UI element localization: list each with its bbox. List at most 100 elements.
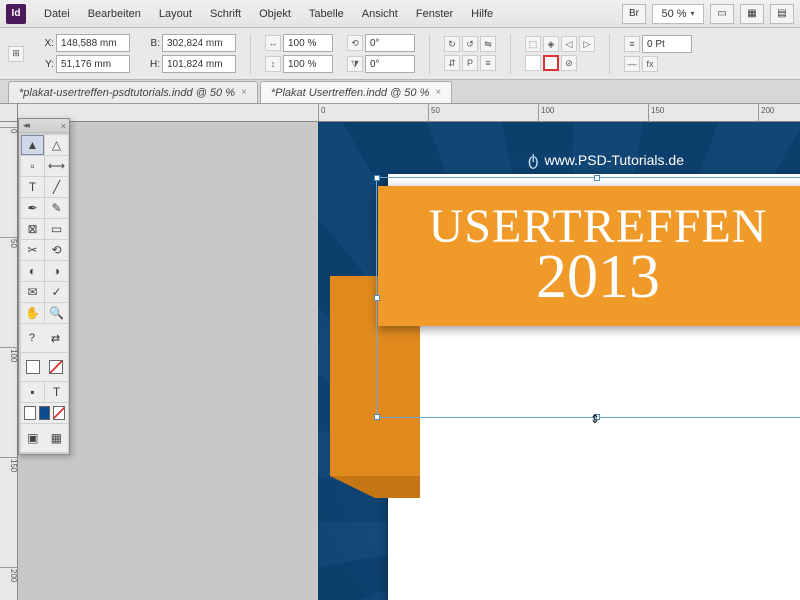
tools-panel[interactable]: ◂◂× ▲ △ ▫ ⟷ T ╱ ✒ ✎ ⊠ ▭ ✂ ⟲ ◐ ◑ ✉ ✓ ✋ 🔍 …	[18, 118, 70, 455]
shear-icon: ⧩	[347, 56, 363, 72]
scale-y-icon: ↕	[265, 56, 281, 72]
pencil-tool[interactable]: ✎	[45, 198, 68, 218]
x-field[interactable]: 148,588 mm	[56, 34, 130, 52]
w-field[interactable]: 302,824 mm	[162, 34, 236, 52]
rotate-cw-icon[interactable]: ↻	[444, 36, 460, 52]
zoom-tool[interactable]: 🔍	[45, 303, 68, 323]
eyedropper-tool[interactable]: ✓	[45, 282, 68, 302]
swap-icon[interactable]: ⇄	[51, 332, 60, 345]
flip-h-icon[interactable]: ⇋	[480, 36, 496, 52]
flip-v-icon[interactable]: ⇵	[444, 55, 460, 71]
free-transform-tool[interactable]: ⟲	[45, 240, 68, 260]
screen-mode-button[interactable]: ▭	[710, 4, 734, 24]
rectangle-tool[interactable]: ▭	[45, 219, 68, 239]
x-label: X:	[38, 38, 54, 49]
normal-view-button[interactable]: ▣	[24, 430, 42, 446]
effects-icon[interactable]: fx	[642, 56, 658, 72]
formatting-text-button[interactable]: T	[45, 382, 68, 402]
collapse-icon[interactable]: ◂◂	[23, 120, 28, 131]
menu-hilfe[interactable]: Hilfe	[463, 4, 501, 24]
align-icon[interactable]: ≡	[480, 55, 496, 71]
p-icon[interactable]: P	[462, 55, 478, 71]
canvas[interactable]: ტ www.PSD-Tutorials.de USERTREFFEN 2013 …	[18, 122, 800, 600]
select-next-icon[interactable]: ▷	[579, 36, 595, 52]
line-tool[interactable]: ╱	[45, 177, 68, 197]
gradient-feather-tool[interactable]: ◑	[45, 261, 68, 281]
menu-bearbeiten[interactable]: Bearbeiten	[80, 4, 149, 24]
scale-x-icon: ↔	[265, 35, 281, 51]
close-icon[interactable]: ×	[61, 121, 66, 131]
app-icon: Id	[6, 4, 26, 24]
panel-header[interactable]: ◂◂ ×	[19, 119, 69, 133]
ruler-tick: 200	[0, 567, 18, 582]
fill-stroke-proxy[interactable]: ? ⇄	[21, 324, 68, 352]
scissors-tool[interactable]: ✂	[21, 240, 44, 260]
horizontal-ruler[interactable]: 0 50 100 150 200	[18, 104, 800, 122]
hand-tool[interactable]: ✋	[21, 303, 44, 323]
rectangle-frame-tool[interactable]: ⊠	[21, 219, 44, 239]
default-fill-stroke[interactable]	[21, 353, 68, 381]
ruler-tick: 100	[538, 104, 554, 122]
select-content-icon[interactable]: ◈	[543, 36, 559, 52]
h-field[interactable]: 101,824 mm	[162, 55, 236, 73]
arrange-button[interactable]: ▤	[770, 4, 794, 24]
reference-point-icon[interactable]: ⊞	[8, 46, 24, 62]
y-label: Y:	[38, 59, 54, 70]
banner-year: 2013	[536, 242, 660, 313]
color-mode-row	[21, 403, 68, 423]
menu-objekt[interactable]: Objekt	[251, 4, 299, 24]
preview-button[interactable]: ▦	[47, 430, 65, 446]
workspace: 0 50 100 150 200 0 50 100 150 200 ტ www.…	[0, 104, 800, 600]
title-banner[interactable]: USERTREFFEN 2013	[378, 186, 800, 326]
doc-tab-2[interactable]: *Plakat Usertreffen.indd @ 50 %×	[260, 81, 452, 103]
note-tool[interactable]: ✉	[21, 282, 44, 302]
zoom-value: 50 %	[661, 8, 686, 20]
type-tool[interactable]: T	[21, 177, 44, 197]
ruler-tick: 0	[0, 127, 18, 133]
zoom-level[interactable]: 50 %▾	[652, 4, 704, 24]
y-field[interactable]: 51,176 mm	[56, 55, 130, 73]
menu-datei[interactable]: Datei	[36, 4, 78, 24]
menu-schrift[interactable]: Schrift	[202, 4, 249, 24]
close-icon[interactable]: ×	[241, 87, 247, 98]
ruler-tick: 100	[0, 347, 18, 362]
scale-x-field[interactable]: 100 %	[283, 34, 333, 52]
stroke-field[interactable]: 0 Pt	[642, 35, 692, 53]
page-tool[interactable]: ▫	[21, 156, 44, 176]
rotate-ccw-icon[interactable]: ↺	[462, 36, 478, 52]
url-label: www.PSD-Tutorials.de	[544, 152, 684, 168]
doc-tab-1[interactable]: *plakat-usertreffen-psdtutorials.indd @ …	[8, 81, 258, 103]
direct-selection-tool[interactable]: △	[45, 135, 68, 155]
ruler-tick: 200	[758, 104, 774, 122]
scale-y-field[interactable]: 100 %	[283, 55, 333, 73]
view-options-button[interactable]: ▦	[740, 4, 764, 24]
gap-tool[interactable]: ⟷	[45, 156, 68, 176]
selection-tool[interactable]: ▲	[21, 135, 44, 155]
shear-field[interactable]: 0°	[365, 55, 415, 73]
menu-layout[interactable]: Layout	[151, 4, 200, 24]
divider	[609, 34, 610, 74]
gradient-swatch-tool[interactable]: ◐	[21, 261, 44, 281]
apply-color-icon[interactable]	[39, 406, 51, 420]
menu-tabelle[interactable]: Tabelle	[301, 4, 352, 24]
stroke-style-icon[interactable]: —	[624, 56, 640, 72]
apply-none-icon[interactable]	[24, 406, 36, 420]
rotate-field[interactable]: 0°	[365, 34, 415, 52]
fill-swatch-icon[interactable]	[525, 55, 541, 71]
stroke-weight-icon: ≡	[624, 36, 640, 52]
apply-color-button[interactable]: ▪	[21, 382, 44, 402]
apply-gradient-icon[interactable]	[53, 406, 65, 420]
menu-ansicht[interactable]: Ansicht	[354, 4, 406, 24]
bridge-button[interactable]: Br	[622, 4, 646, 24]
select-prev-icon[interactable]: ◁	[561, 36, 577, 52]
control-panel: ⊞ X:148,588 mm Y:51,176 mm B:302,824 mm …	[0, 28, 800, 80]
ruler-tick: 50	[0, 237, 18, 248]
close-icon[interactable]: ×	[435, 87, 441, 98]
ruler-origin[interactable]	[0, 104, 18, 122]
none-swatch-icon[interactable]: ⊘	[561, 55, 577, 71]
menu-fenster[interactable]: Fenster	[408, 4, 461, 24]
vertical-ruler[interactable]: 0 50 100 150 200	[0, 122, 18, 600]
select-container-icon[interactable]: ⬚	[525, 36, 541, 52]
pen-tool[interactable]: ✒	[21, 198, 44, 218]
stroke-swatch-icon[interactable]	[543, 55, 559, 71]
